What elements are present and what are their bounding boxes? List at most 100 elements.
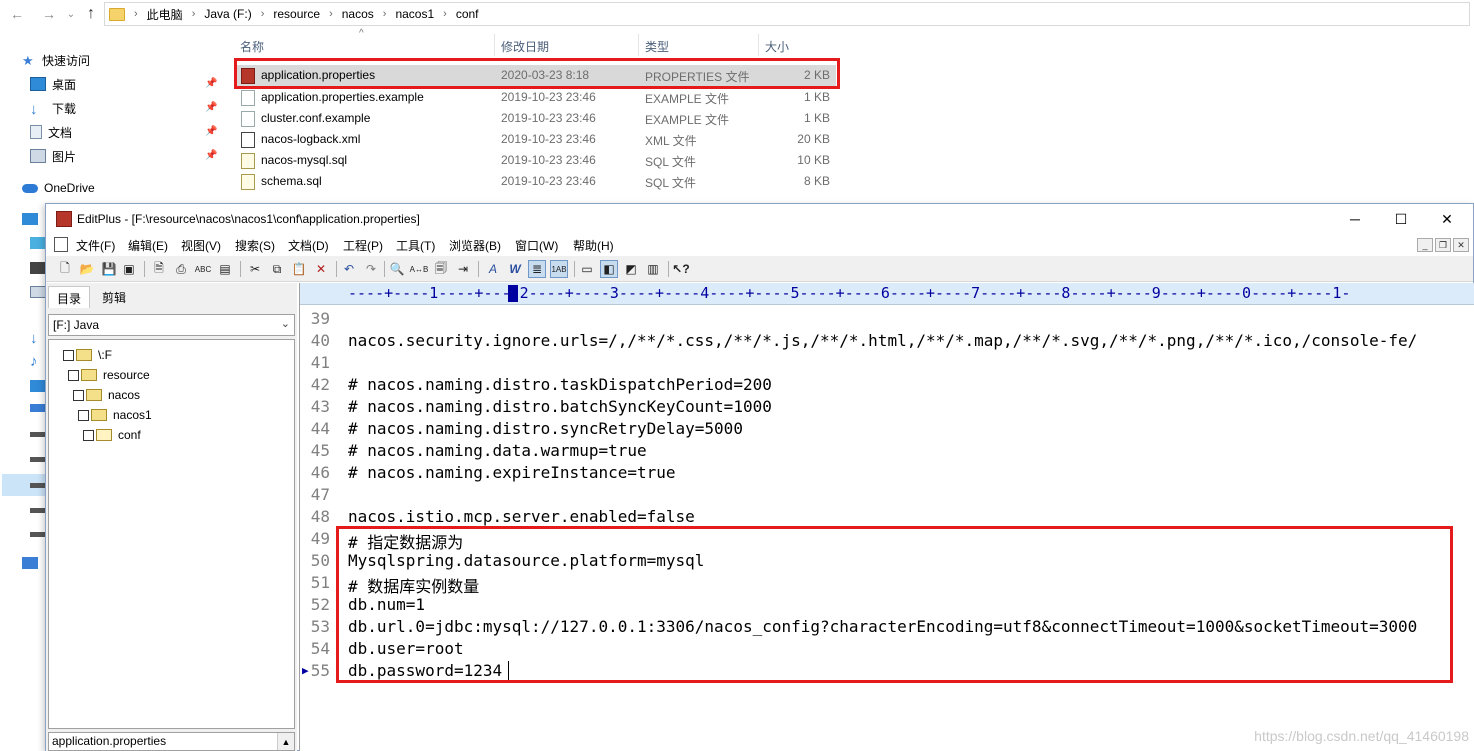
drive-icon[interactable] (30, 404, 46, 412)
replace-icon[interactable]: A↔B (410, 260, 429, 278)
nav-item-desktop[interactable]: 桌面 (30, 73, 76, 95)
recent-locations-chevron-icon[interactable]: ⌄ (60, 3, 82, 25)
tree-item-conf[interactable]: conf (83, 426, 141, 444)
code-line[interactable]: 47 (300, 483, 1474, 505)
pin-icon[interactable]: 📌 (205, 102, 217, 113)
nav-item-documents[interactable]: 文档 (30, 121, 72, 143)
drive-select[interactable]: [F:] Java ⌄ (48, 314, 295, 336)
output-window-icon[interactable]: ▭ (578, 260, 596, 278)
title-bar[interactable]: EditPlus - [F:\resource\nacos\nacos1\con… (46, 204, 1473, 234)
tree-item-nacos1[interactable]: nacos1 (78, 406, 152, 424)
file-row[interactable]: cluster.conf.example 2019-10-23 23:46 EX… (236, 108, 836, 129)
line-number-toggle-icon[interactable]: ≣ (528, 260, 546, 278)
tab-cliptext[interactable]: 剪辑 (94, 286, 134, 308)
download-arrow-icon[interactable]: ↓ (30, 330, 38, 347)
breadcrumb-nacos1[interactable]: nacos1 (395, 7, 434, 21)
menu-view[interactable]: 视图(V) (181, 237, 221, 254)
undo-icon[interactable]: ↶ (340, 260, 358, 278)
column-divider[interactable] (494, 34, 495, 56)
doc-close-icon[interactable]: ✕ (1453, 238, 1469, 252)
drive-icon[interactable] (30, 508, 46, 513)
save-all-icon[interactable]: ▣ (120, 260, 138, 278)
back-arrow-icon[interactable]: ← (6, 3, 28, 25)
file-row[interactable]: nacos-logback.xml 2019-10-23 23:46 XML 文… (236, 129, 836, 150)
code-line[interactable]: 42 # nacos.naming.distro.taskDispatchPeri… (300, 373, 1474, 395)
nav-item-pictures[interactable]: 图片 (30, 145, 76, 167)
videos-icon[interactable] (30, 262, 46, 274)
file-row[interactable]: schema.sql 2019-10-23 23:46 SQL 文件 8 KB (236, 171, 836, 192)
word-wrap-icon[interactable]: W (506, 260, 524, 278)
chevron-right-icon[interactable]: › (443, 8, 447, 20)
drive-icon[interactable] (30, 532, 46, 537)
code-line[interactable]: 44 # nacos.naming.distro.syncRetryDelay=5… (300, 417, 1474, 439)
file-row[interactable]: nacos-mysql.sql 2019-10-23 23:46 SQL 文件 … (236, 150, 836, 171)
nav-item-downloads[interactable]: ↓ 下载 (30, 97, 76, 119)
drive-icon[interactable] (30, 432, 46, 437)
breadcrumb-nacos[interactable]: nacos (342, 7, 374, 21)
tree-item-root[interactable]: \:F (63, 346, 112, 364)
minimize-icon[interactable]: ─ (1332, 208, 1378, 230)
file-row[interactable]: application.properties.example 2019-10-2… (236, 87, 836, 108)
new-file-icon[interactable]: 🗋 (56, 260, 74, 278)
chevron-right-icon[interactable]: › (192, 8, 196, 20)
delete-icon[interactable]: ✕ (312, 260, 330, 278)
nav-onedrive[interactable]: OneDrive (22, 177, 95, 199)
3d-objects-icon[interactable] (30, 237, 46, 249)
pin-icon[interactable]: 📌 (205, 126, 217, 137)
code-line[interactable]: 40 nacos.security.ignore.urls=/,/**/*.css… (300, 329, 1474, 351)
properties-icon[interactable]: ▤ (216, 260, 234, 278)
column-divider[interactable] (638, 34, 639, 56)
this-pc-icon[interactable] (22, 213, 38, 225)
code-line[interactable]: 46 # nacos.naming.expireInstance=true (300, 461, 1474, 483)
code-line[interactable]: 48 nacos.istio.mcp.server.enabled=false (300, 505, 1474, 527)
menu-browser[interactable]: 浏览器(B) (449, 237, 501, 254)
code-line[interactable]: 39 (300, 307, 1474, 329)
help-cursor-icon[interactable]: ↖? (672, 260, 690, 278)
tab-directory[interactable]: 目录 (48, 286, 91, 308)
spell-check-icon[interactable]: ABC (194, 260, 212, 278)
doc-minimize-icon[interactable]: _ (1417, 238, 1433, 252)
close-icon[interactable]: ✕ (1424, 208, 1470, 230)
fullscreen-icon[interactable]: ◩ (622, 260, 640, 278)
column-divider[interactable] (758, 34, 759, 56)
pin-icon[interactable]: 📌 (205, 78, 217, 89)
cut-icon[interactable]: ✂ (246, 260, 264, 278)
doc-restore-icon[interactable]: ❐ (1435, 238, 1451, 252)
cliptext-icon[interactable]: ▥ (644, 260, 662, 278)
column-header-date[interactable]: 修改日期 (501, 38, 549, 55)
chevron-right-icon[interactable]: › (261, 8, 265, 20)
tree-item-nacos[interactable]: nacos (73, 386, 140, 404)
chevron-down-icon[interactable]: ⌄ (281, 317, 290, 330)
chevron-right-icon[interactable]: › (383, 8, 387, 20)
network-icon[interactable] (22, 557, 38, 569)
find-in-files-icon[interactable]: 🗐 (432, 260, 450, 278)
code-line[interactable]: 45 # nacos.naming.data.warmup=true (300, 439, 1474, 461)
redo-icon[interactable]: ↷ (362, 260, 380, 278)
breadcrumb-resource[interactable]: resource (273, 7, 320, 21)
menu-project[interactable]: 工程(P) (343, 237, 383, 254)
breadcrumb-this-pc[interactable]: 此电脑 (147, 6, 183, 23)
menu-file[interactable]: 文件(F) (76, 237, 115, 254)
up-arrow-icon[interactable]: ↑ (80, 3, 102, 25)
directory-window-icon[interactable]: ◧ (600, 260, 618, 278)
menu-document[interactable]: 文档(D) (288, 237, 329, 254)
column-header-name[interactable]: 名称 (240, 38, 264, 55)
tree-item-resource[interactable]: resource (68, 366, 150, 384)
print-preview-icon[interactable]: 🗎 (150, 260, 168, 278)
menu-help[interactable]: 帮助(H) (573, 237, 614, 254)
code-line[interactable]: 41 (300, 351, 1474, 373)
save-icon[interactable]: 💾 (100, 260, 118, 278)
desktop-icon[interactable] (30, 380, 46, 392)
print-icon[interactable]: ⎙ (172, 260, 190, 278)
column-header-size[interactable]: 大小 (765, 38, 789, 55)
column-header-type[interactable]: 类型 (645, 38, 669, 55)
breadcrumb-drive[interactable]: Java (F:) (204, 7, 251, 21)
pin-icon[interactable]: 📌 (205, 150, 217, 161)
menu-window[interactable]: 窗口(W) (515, 237, 558, 254)
menu-search[interactable]: 搜索(S) (235, 237, 275, 254)
menu-edit[interactable]: 编辑(E) (128, 237, 168, 254)
menu-tools[interactable]: 工具(T) (396, 237, 435, 254)
find-icon[interactable]: 🔍 (388, 260, 406, 278)
pictures-icon[interactable] (30, 286, 46, 298)
chevron-right-icon[interactable]: › (329, 8, 333, 20)
